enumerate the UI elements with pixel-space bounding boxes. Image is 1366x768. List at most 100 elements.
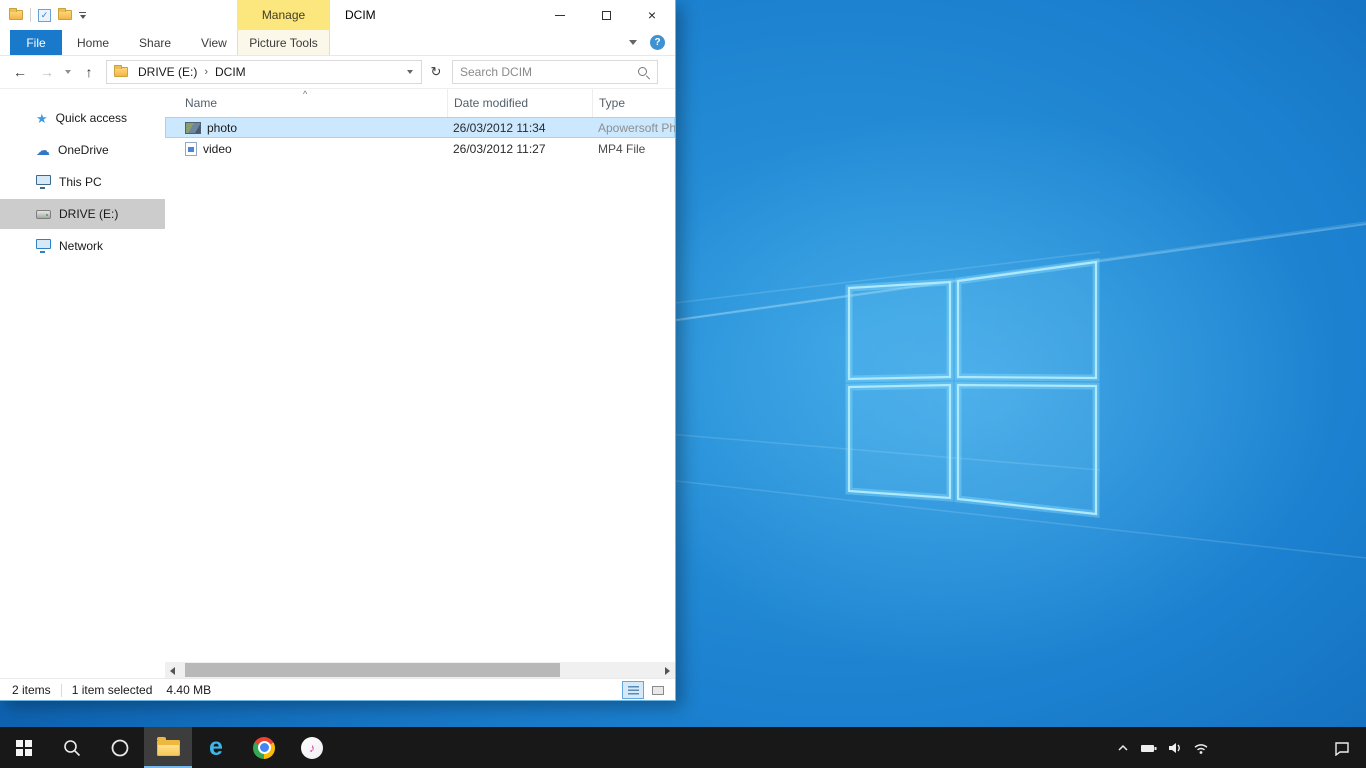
- column-header-type[interactable]: Type: [592, 89, 675, 117]
- itunes-icon: ♪: [301, 737, 323, 759]
- internet-explorer-icon: e: [209, 735, 223, 760]
- file-row-video[interactable]: video 26/03/2012 11:27 MP4 File: [165, 138, 675, 159]
- battery-button[interactable]: [1136, 727, 1162, 768]
- taskbar-chrome-button[interactable]: [240, 727, 288, 768]
- windows-start-icon: [16, 740, 32, 756]
- customize-bar: [79, 12, 86, 13]
- ribbon-tabs: File Home Share View Picture Tools ?: [0, 30, 675, 56]
- file-row-photo[interactable]: photo 26/03/2012 11:34 Apowersoft Pho: [165, 117, 675, 138]
- file-explorer-icon: [157, 740, 180, 756]
- scroll-left-icon[interactable]: [170, 667, 175, 675]
- minimize-icon: [555, 15, 565, 16]
- details-view-icon: [628, 686, 639, 695]
- sidebar-item-label: This PC: [59, 175, 102, 189]
- file-name-cell: video: [165, 142, 447, 156]
- breadcrumb-item-dcim[interactable]: DCIM: [209, 65, 252, 79]
- selection-count: 1 item selected: [72, 683, 153, 697]
- sidebar-item-onedrive[interactable]: ☁ OneDrive: [0, 135, 165, 165]
- tab-picture-tools[interactable]: Picture Tools: [237, 30, 330, 55]
- properties-icon[interactable]: ✓: [38, 9, 51, 22]
- sidebar-item-label: Quick access: [56, 111, 127, 125]
- action-center-button[interactable]: [1322, 727, 1362, 768]
- volume-icon: [1167, 741, 1183, 755]
- refresh-icon[interactable]: ↻: [424, 60, 448, 84]
- horizontal-scrollbar[interactable]: [165, 662, 675, 678]
- taskbar-search-button[interactable]: [48, 727, 96, 768]
- cortana-icon: [110, 738, 130, 758]
- customize-quick-access-icon[interactable]: [79, 12, 86, 19]
- hidden-icons-button[interactable]: [1110, 727, 1136, 768]
- close-button[interactable]: ×: [629, 0, 675, 30]
- taskbar-itunes-button[interactable]: ♪: [288, 727, 336, 768]
- file-date-cell: 26/03/2012 11:27: [447, 142, 592, 156]
- tab-file[interactable]: File: [10, 30, 62, 55]
- scrollbar-thumb[interactable]: [185, 663, 560, 677]
- column-label: Name: [185, 96, 217, 110]
- minimize-button[interactable]: [537, 0, 583, 30]
- details-view-button[interactable]: [622, 681, 644, 699]
- help-icon[interactable]: ?: [650, 35, 665, 50]
- start-logo-square: [25, 740, 32, 747]
- sidebar-item-drive-e[interactable]: DRIVE (E:): [0, 199, 165, 229]
- search-icon[interactable]: [637, 66, 650, 79]
- status-bar: 2 items 1 item selected 4.40 MB: [0, 678, 675, 701]
- expand-ribbon-chevron-icon[interactable]: [629, 40, 637, 45]
- cortana-button[interactable]: [96, 727, 144, 768]
- column-header-date-modified[interactable]: Date modified: [447, 89, 592, 117]
- up-button[interactable]: ↑: [76, 60, 102, 84]
- separator: [61, 684, 62, 697]
- breadcrumb[interactable]: DRIVE (E:) › DCIM: [106, 60, 422, 84]
- breadcrumb-item-drive[interactable]: DRIVE (E:): [132, 65, 203, 79]
- tab-home[interactable]: Home: [62, 30, 124, 55]
- window-icon: [9, 10, 23, 20]
- back-button[interactable]: ←: [6, 60, 34, 84]
- tab-share[interactable]: Share: [124, 30, 186, 55]
- computer-icon: [36, 175, 51, 185]
- large-icons-view-button[interactable]: [647, 681, 669, 699]
- system-tray: [1110, 727, 1366, 768]
- selection-size: 4.40 MB: [166, 683, 211, 697]
- battery-icon: [1140, 741, 1158, 755]
- start-button[interactable]: [0, 727, 48, 768]
- column-headers: ^ Name Date modified Type: [165, 89, 675, 117]
- network-button[interactable]: [1188, 727, 1214, 768]
- quick-access-toolbar: ✓: [0, 8, 86, 22]
- maximize-icon: [602, 11, 611, 20]
- file-explorer-window: ✓ Manage DCIM × File Home Share View Pic…: [0, 0, 676, 701]
- sidebar-item-this-pc[interactable]: This PC: [0, 167, 165, 197]
- ribbon-right-controls: ?: [629, 30, 665, 55]
- taskbar-internet-explorer-button[interactable]: e: [192, 727, 240, 768]
- manage-contextual-tab[interactable]: Manage: [237, 0, 330, 30]
- scroll-right-icon[interactable]: [665, 667, 670, 675]
- forward-button[interactable]: →: [34, 60, 60, 84]
- chrome-icon: [253, 737, 275, 759]
- sidebar-item-label: DRIVE (E:): [59, 207, 118, 221]
- search-input[interactable]: [460, 65, 637, 79]
- star-icon: ★: [36, 112, 48, 125]
- drive-icon: [36, 210, 51, 219]
- file-name: video: [203, 142, 232, 156]
- file-date-cell: 26/03/2012 11:34: [447, 121, 592, 135]
- chevron-up-icon: [1116, 741, 1130, 755]
- new-folder-icon[interactable]: [58, 10, 72, 20]
- address-bar: ← → ↑ DRIVE (E:) › DCIM ↻: [0, 56, 675, 89]
- action-center-icon: [1333, 740, 1351, 756]
- column-label: Date modified: [454, 96, 528, 110]
- sidebar-item-quick-access[interactable]: ★ Quick access: [0, 103, 165, 133]
- search-box[interactable]: [452, 60, 658, 84]
- tab-view[interactable]: View: [186, 30, 242, 55]
- column-header-name[interactable]: ^ Name: [165, 89, 447, 117]
- address-dropdown-icon[interactable]: [407, 70, 413, 74]
- taskbar-file-explorer-button[interactable]: [144, 727, 192, 768]
- recent-locations-button[interactable]: [60, 60, 76, 84]
- navigation-pane: ★ Quick access ☁ OneDrive This PC DRIVE …: [0, 89, 165, 662]
- chevron-down-icon: [65, 70, 71, 74]
- volume-button[interactable]: [1162, 727, 1188, 768]
- maximize-button[interactable]: [583, 0, 629, 30]
- video-file-icon: [185, 142, 197, 156]
- photo-file-icon: [185, 122, 201, 134]
- sidebar-item-network[interactable]: Network: [0, 231, 165, 261]
- items-count: 2 items: [12, 683, 51, 697]
- cloud-icon: ☁: [36, 143, 50, 157]
- window-controls: ×: [537, 0, 675, 30]
